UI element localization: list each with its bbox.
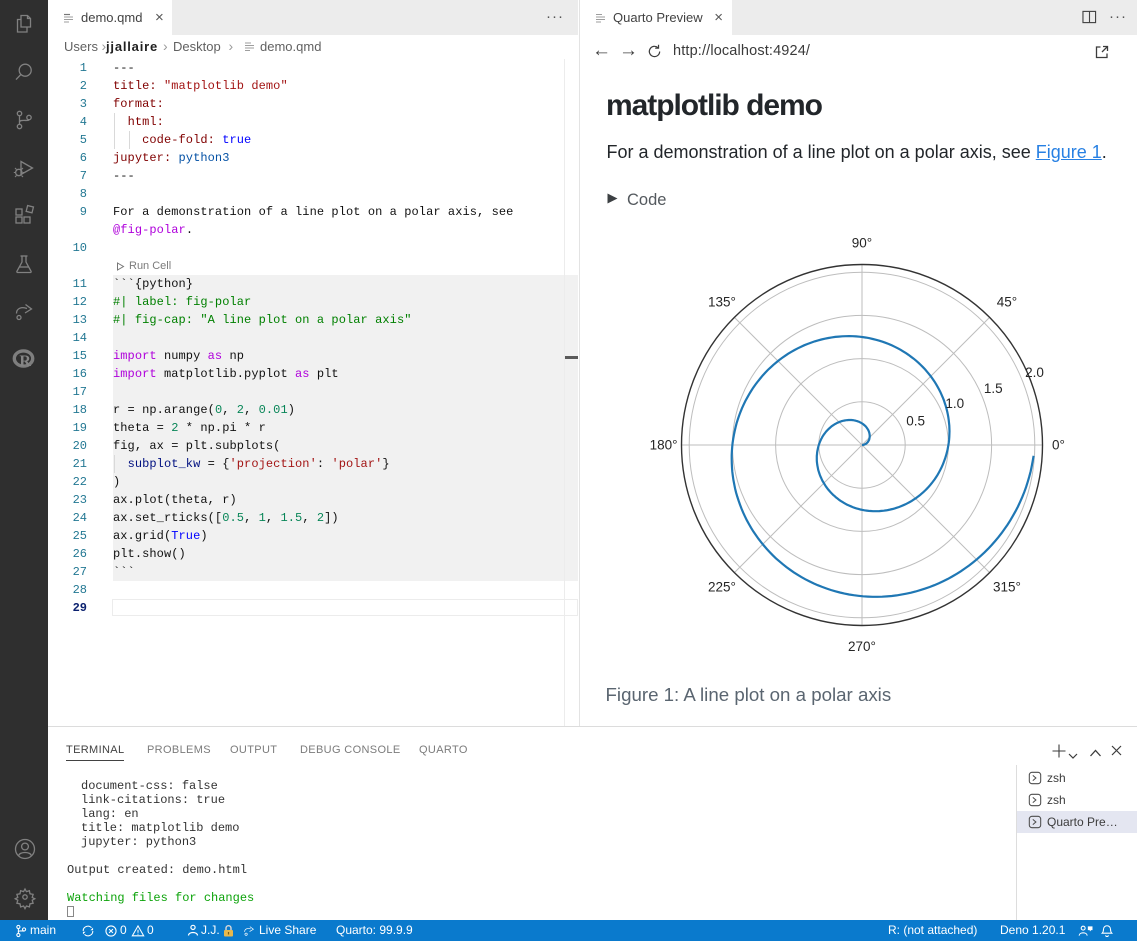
svg-text:135°: 135° (708, 295, 736, 310)
svg-text:225°: 225° (708, 580, 736, 595)
svg-text:2.0: 2.0 (1025, 365, 1044, 380)
svg-text:180°: 180° (650, 438, 678, 453)
svg-text:315°: 315° (993, 580, 1021, 595)
svg-text:0.5: 0.5 (906, 414, 925, 429)
svg-text:270°: 270° (848, 639, 876, 654)
svg-text:1.0: 1.0 (945, 396, 964, 411)
svg-text:1.5: 1.5 (984, 381, 1003, 396)
svg-text:0°: 0° (1052, 438, 1065, 453)
svg-text:90°: 90° (852, 236, 872, 251)
svg-text:45°: 45° (997, 295, 1017, 310)
svg-text:R: R (19, 353, 31, 370)
